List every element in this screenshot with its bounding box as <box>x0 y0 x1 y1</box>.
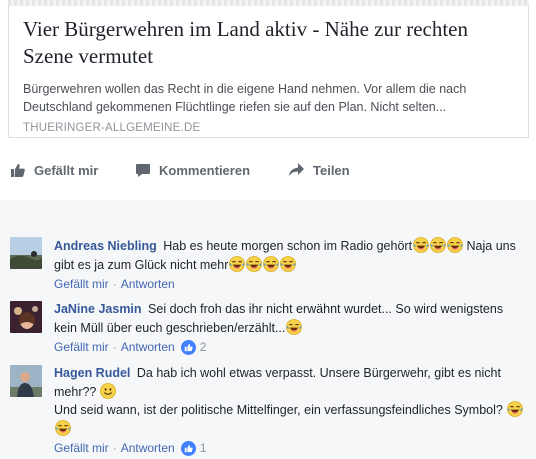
like-reaction-icon <box>181 340 196 355</box>
laughing-emoji-icon <box>413 237 429 253</box>
comment-reply-link[interactable]: Antworten <box>121 276 175 294</box>
like-button[interactable]: Gefällt mir <box>10 162 135 178</box>
laughing-emoji-icon <box>263 256 279 272</box>
like-button-label: Gefällt mir <box>34 162 99 178</box>
comment-author[interactable]: JaNine Jasmin <box>54 302 142 316</box>
avatar[interactable] <box>10 237 42 269</box>
comment-button-label: Kommentieren <box>159 162 251 178</box>
share-button-label: Teilen <box>313 162 350 178</box>
separator-dot: · <box>112 441 117 455</box>
comment-author[interactable]: Hagen Rudel <box>54 366 130 380</box>
reaction-count: 1 <box>199 441 207 455</box>
laughing-emoji-icon <box>507 401 523 417</box>
link-preview-card[interactable]: Vier Bürgerwehren im Land aktiv - Nähe z… <box>8 6 529 138</box>
comment-like-link[interactable]: Gefällt mir <box>54 276 109 294</box>
reaction-summary[interactable]: 1 <box>181 440 207 458</box>
laughing-emoji-icon <box>430 237 446 253</box>
link-title[interactable]: Vier Bürgerwehren im Land aktiv - Nähe z… <box>23 16 514 70</box>
comment-bubble-icon <box>136 164 150 177</box>
comment-text: Und seid wann, ist der politische Mittel… <box>54 403 503 417</box>
laughing-emoji-icon <box>280 256 296 272</box>
link-domain: THUERINGER-ALLGEMEINE.DE <box>23 122 201 134</box>
like-reaction-icon <box>181 441 196 456</box>
comment-reply-link[interactable]: Antworten <box>121 339 175 357</box>
smiling-emoji-icon <box>100 383 116 399</box>
laughing-emoji-icon <box>286 319 302 335</box>
laughing-emoji-icon <box>55 420 71 436</box>
laughing-emoji-icon <box>447 237 463 253</box>
comment-button[interactable]: Kommentieren <box>135 162 288 178</box>
avatar[interactable] <box>10 301 42 333</box>
separator-dot: · <box>112 340 117 354</box>
laughing-emoji-icon <box>229 256 245 272</box>
link-description: Bürgerwehren wollen das Recht in die eig… <box>23 82 467 114</box>
share-arrow-icon <box>289 163 304 176</box>
reaction-count: 2 <box>199 340 207 354</box>
post-action-bar: Gefällt mir Kommentieren Teilen <box>8 152 529 188</box>
laughing-emoji-icon <box>246 256 262 272</box>
comment-author[interactable]: Andreas Niebling <box>54 239 157 253</box>
separator-dot: · <box>112 277 117 291</box>
comment-like-link[interactable]: Gefällt mir <box>54 339 109 357</box>
share-button[interactable]: Teilen <box>288 162 350 178</box>
comment-text: Hab es heute morgen schon im Radio gehör… <box>163 239 413 253</box>
comment-reply-link[interactable]: Antworten <box>121 440 175 458</box>
thumbs-up-icon <box>11 164 25 177</box>
reaction-summary[interactable]: 2 <box>181 339 207 357</box>
comment-like-link[interactable]: Gefällt mir <box>54 440 109 458</box>
avatar[interactable] <box>10 365 42 397</box>
